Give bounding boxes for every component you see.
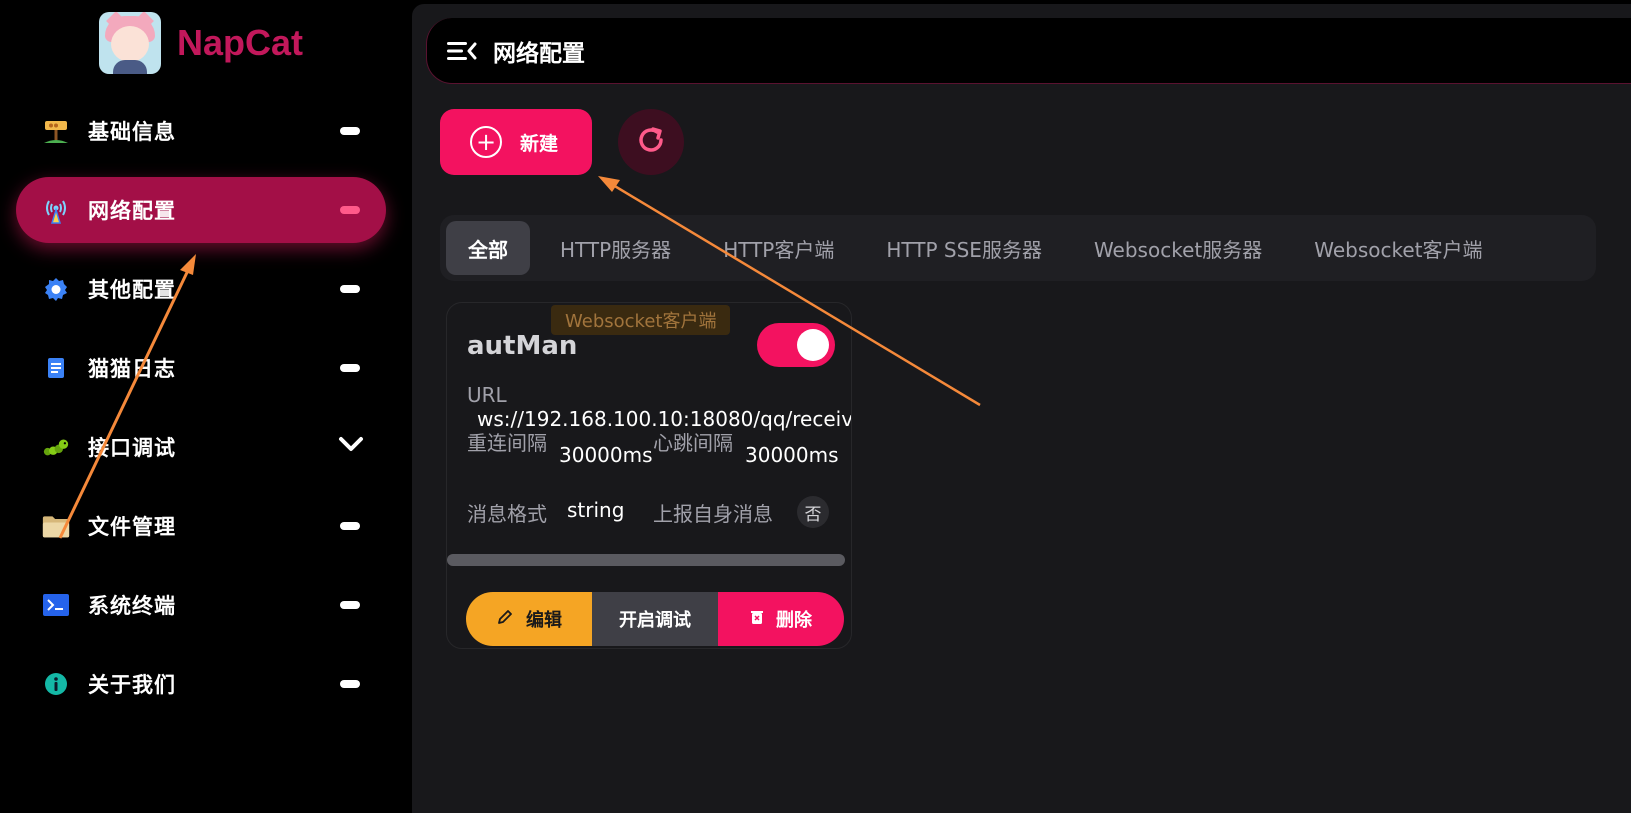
napcat-mascot-icon (99, 12, 161, 74)
report-self-label: 上报自身消息 (653, 502, 773, 526)
tab-http-server[interactable]: HTTP服务器 (538, 221, 693, 275)
app-logo[interactable]: NapCat (99, 12, 303, 74)
nav-indicator (340, 285, 360, 293)
sidebar-item-label: 关于我们 (88, 673, 176, 697)
sidebar-item-label: 猫猫日志 (88, 357, 176, 381)
sidebar-item-file-manager[interactable]: 文件管理 (16, 493, 386, 559)
sidebar-item-api-debug[interactable]: 接口调试 (16, 414, 386, 480)
enable-debug-button[interactable]: 开启调试 (592, 592, 718, 646)
document-icon (42, 354, 70, 382)
signpost-icon (42, 117, 70, 145)
sidebar-item-terminal[interactable]: 系统终端 (16, 572, 386, 638)
delete-label: 删除 (776, 610, 812, 631)
sidebar-nav: 基础信息 网络配置 其他配置 猫猫日志 接口调试 文件管理 系统终端 关于我们 (16, 98, 386, 730)
terminal-icon (42, 591, 70, 619)
tab-http-sse-server[interactable]: HTTP SSE服务器 (864, 221, 1064, 275)
url-row: URL ws://192.168.100.10:18080/qq/receive (467, 383, 851, 431)
folder-icon (42, 512, 70, 540)
nav-indicator (340, 206, 360, 214)
pencil-icon (496, 608, 514, 630)
tab-all[interactable]: 全部 (446, 221, 530, 275)
sidebar: NapCat 基础信息 网络配置 其他配置 猫猫日志 接口调试 文件管理 系统终… (0, 0, 412, 813)
nav-indicator (340, 127, 360, 135)
chevron-down-icon[interactable] (338, 434, 364, 458)
trash-icon (750, 609, 764, 629)
sidebar-item-label: 系统终端 (88, 594, 176, 618)
filter-tabs: 全部 HTTP服务器 HTTP客户端 HTTP SSE服务器 Websocket… (440, 215, 1596, 281)
network-config-card: Websocket客户端 autMan URL ws://192.168.100… (446, 302, 852, 649)
tab-websocket-server[interactable]: Websocket服务器 (1072, 221, 1284, 275)
debug-label: 开启调试 (619, 610, 691, 631)
menu-collapse-icon[interactable] (445, 39, 477, 63)
sidebar-item-label: 基础信息 (88, 120, 176, 144)
refresh-icon (635, 124, 667, 160)
gear-icon (42, 275, 70, 303)
plus-circle-icon: + (470, 126, 502, 158)
app-name: NapCat (177, 22, 304, 63)
antenna-icon (42, 196, 70, 224)
new-button[interactable]: + 新建 (440, 109, 592, 175)
message-format-label: 消息格式 (467, 502, 547, 526)
edit-button[interactable]: 编辑 (466, 592, 592, 646)
top-bar: 网络配置 (426, 18, 1631, 84)
main-content: 网络配置 + 新建 全部 HTTP服务器 HTTP客户端 HTTP SSE服务器… (412, 4, 1631, 813)
heartbeat-interval-label: 心跳间隔 (653, 431, 733, 455)
report-self-value: 否 (797, 496, 829, 528)
sidebar-item-about-us[interactable]: 关于我们 (16, 651, 386, 717)
refresh-button[interactable] (618, 109, 684, 175)
sidebar-item-basic-info[interactable]: 基础信息 (16, 98, 386, 164)
reconnect-interval-value: 30000ms (559, 443, 653, 467)
tab-http-client[interactable]: HTTP客户端 (701, 221, 856, 275)
enable-toggle[interactable] (757, 323, 835, 367)
sidebar-item-label: 接口调试 (88, 436, 176, 460)
sidebar-item-label: 网络配置 (88, 199, 176, 223)
caterpillar-icon (42, 433, 70, 461)
new-button-label: 新建 (520, 132, 559, 155)
type-chip: Websocket客户端 (551, 305, 731, 335)
sidebar-item-other-config[interactable]: 其他配置 (16, 256, 386, 322)
nav-indicator (340, 364, 360, 372)
config-name: autMan (467, 331, 578, 361)
delete-button[interactable]: 删除 (718, 592, 844, 646)
nav-indicator (340, 680, 360, 688)
page-title: 网络配置 (493, 40, 585, 67)
nav-indicator (340, 601, 360, 609)
url-label: URL (467, 383, 507, 407)
tab-websocket-client[interactable]: Websocket客户端 (1292, 221, 1504, 275)
sidebar-item-cat-logs[interactable]: 猫猫日志 (16, 335, 386, 401)
reconnect-interval-label: 重连间隔 (467, 431, 547, 455)
sidebar-item-network-config[interactable]: 网络配置 (16, 177, 386, 243)
edit-label: 编辑 (526, 610, 562, 631)
nav-indicator (340, 522, 360, 530)
sidebar-item-label: 文件管理 (88, 515, 176, 539)
horizontal-scrollbar[interactable] (447, 554, 845, 566)
heartbeat-interval-value: 30000ms (745, 443, 839, 467)
sidebar-item-label: 其他配置 (88, 278, 176, 302)
message-format-value: string (567, 498, 625, 522)
info-icon (42, 670, 70, 698)
card-actions: 编辑 开启调试 删除 (466, 592, 844, 646)
